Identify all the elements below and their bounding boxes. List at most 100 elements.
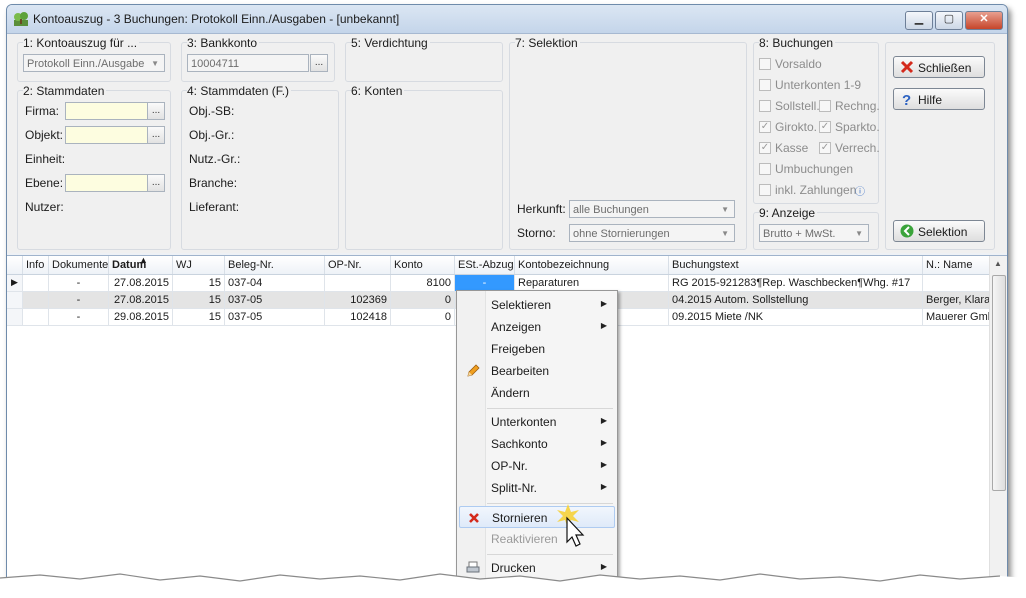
cell-info[interactable] [23,275,49,292]
info-icon[interactable]: ⓘ [855,183,865,198]
svg-text:?: ? [902,92,911,106]
header-beleg-nr[interactable]: Beleg-Nr. [225,256,325,274]
menu-item-splitt-nr[interactable]: Splitt-Nr. ▶ [459,477,615,499]
submenu-arrow-icon: ▶ [600,416,607,425]
menu-item-op-nr[interactable]: OP-Nr. ▶ [459,455,615,477]
checkbox-inkl-zahlungen-label: inkl. Zahlungen [775,183,857,197]
row-selector[interactable] [7,309,23,326]
ebene-field[interactable] [65,174,149,192]
header-dokumente[interactable]: Dokumente [49,256,109,274]
cell-dokumente[interactable]: - [49,292,109,309]
ebene-browse-button[interactable]: ... [147,174,165,192]
scroll-up-icon[interactable]: ▲ [994,259,1002,268]
bankkonto-browse-button[interactable]: ... [310,54,328,72]
menu-item-unterkonten[interactable]: Unterkonten ▶ [459,411,615,433]
cell-konto[interactable]: 8100 [391,275,455,292]
header-op-nr[interactable]: OP-Nr. [325,256,391,274]
cell-op[interactable]: 102369 [325,292,391,309]
scrollbar-thumb[interactable] [992,275,1006,491]
firma-field[interactable] [65,102,149,120]
checkbox-sparkto[interactable]: ✓ [819,121,831,133]
anzeige-combo[interactable]: Brutto + MwSt. ▼ [759,224,869,242]
cell-buchungstext[interactable]: 09.2015 Miete /NK [669,309,923,326]
submenu-arrow-icon: ▶ [600,299,607,308]
maximize-button[interactable]: ▢ [935,11,963,30]
checkbox-sparkto-label: Sparkto. [835,120,880,134]
header-buchungstext[interactable]: Buchungstext [669,256,923,274]
objekt-field[interactable] [65,126,149,144]
branche-label: Branche: [189,176,238,190]
cell-konto[interactable]: 0 [391,292,455,309]
checkbox-umbuchungen[interactable] [759,163,771,175]
checkbox-unterkonten[interactable] [759,79,771,91]
firma-browse-button[interactable]: ... [147,102,165,120]
checkbox-verrech[interactable]: ✓ [819,142,831,154]
window-title: Kontoauszug - 3 Buchungen: Protokoll Ein… [33,12,400,26]
checkbox-rechng-label: Rechng. [835,99,880,113]
menu-item-anzeigen[interactable]: Anzeigen ▶ [459,316,615,338]
menu-item-label: Unterkonten [491,415,557,429]
cell-buchungstext[interactable]: 04.2015 Autom. Sollstellung [669,292,923,309]
vertical-scrollbar[interactable]: ▲ [989,256,1007,583]
storno-combo[interactable]: ohne Stornierungen ▼ [569,224,735,242]
cell-beleg[interactable]: 037-04 [225,275,325,292]
title-bar[interactable]: Kontoauszug - 3 Buchungen: Protokoll Ein… [7,5,1007,34]
cell-name[interactable]: Mauerer GmbH [923,309,990,326]
header-info[interactable]: Info [23,256,49,274]
menu-item-label: Ändern [491,386,530,400]
cell-datum[interactable]: 27.08.2015 [109,275,173,292]
cell-info[interactable] [23,292,49,309]
cell-wj[interactable]: 15 [173,292,225,309]
menu-item-aendern[interactable]: Ändern [459,382,615,404]
menu-item-freigeben[interactable]: Freigeben [459,338,615,360]
menu-item-sachkonto[interactable]: Sachkonto ▶ [459,433,615,455]
cell-buchungstext[interactable]: RG 2015-921283¶Rep. Waschbecken¶Whg. #17 [669,275,923,292]
menu-item-bearbeiten[interactable]: Bearbeiten [459,360,615,382]
header-est-abzug[interactable]: ESt.-Abzug [455,256,515,274]
close-icon: ✕ [979,13,989,25]
herkunft-combo[interactable]: alle Buchungen ▼ [569,200,735,218]
cell-name[interactable] [923,275,990,292]
cell-konto[interactable]: 0 [391,309,455,326]
checkbox-kasse[interactable]: ✓ [759,142,771,154]
cell-beleg[interactable]: 037-05 [225,309,325,326]
row-selector[interactable]: ▶ [7,275,23,292]
chevron-down-icon: ▼ [721,229,729,238]
cell-wj[interactable]: 15 [173,309,225,326]
selektion-button[interactable]: Selektion [893,220,985,242]
cell-datum[interactable]: 27.08.2015 [109,292,173,309]
header-konto[interactable]: Konto [391,256,455,274]
group-stammdaten-f-title: 4: Stammdaten (F.) [187,84,292,98]
header-kontobezeichnung[interactable]: Kontobezeichnung [515,256,669,274]
cell-datum[interactable]: 29.08.2015 [109,309,173,326]
cell-op[interactable]: 102418 [325,309,391,326]
close-button[interactable]: ✕ [965,11,1003,30]
menu-item-label: Freigeben [491,342,546,356]
header-datum[interactable]: Datum ▲ [109,256,173,274]
checkbox-rechng[interactable] [819,100,831,112]
cell-dokumente[interactable]: - [49,309,109,326]
cell-info[interactable] [23,309,49,326]
cell-dokumente[interactable]: - [49,275,109,292]
menu-item-label: Reaktivieren [491,532,558,546]
objekt-browse-button[interactable]: ... [147,126,165,144]
header-wj[interactable]: WJ [173,256,225,274]
hilfe-button[interactable]: ? Hilfe [893,88,985,110]
cell-wj[interactable]: 15 [173,275,225,292]
bankkonto-field[interactable]: 10004711 [187,54,309,72]
minimize-button[interactable]: ▁ [905,11,933,30]
cell-beleg[interactable]: 037-05 [225,292,325,309]
schliessen-button[interactable]: Schließen [893,56,985,78]
kontoauszug-combo[interactable]: Protokoll Einn./Ausgabe ▼ [23,54,165,72]
header-name[interactable]: N.: Name [923,256,990,274]
menu-item-selektieren[interactable]: Selektieren ▶ [459,294,615,316]
checkbox-sollstell[interactable] [759,100,771,112]
checkbox-unterkonten-label: Unterkonten 1-9 [775,78,862,92]
cell-op[interactable] [325,275,391,292]
checkbox-inkl-zahlungen[interactable] [759,184,771,196]
group-verdichtung-title: 5: Verdichtung [351,36,430,50]
cell-name[interactable]: Berger, Klara [923,292,990,309]
row-selector[interactable] [7,292,23,309]
checkbox-vorsaldo[interactable] [759,58,771,70]
checkbox-girokto[interactable]: ✓ [759,121,771,133]
